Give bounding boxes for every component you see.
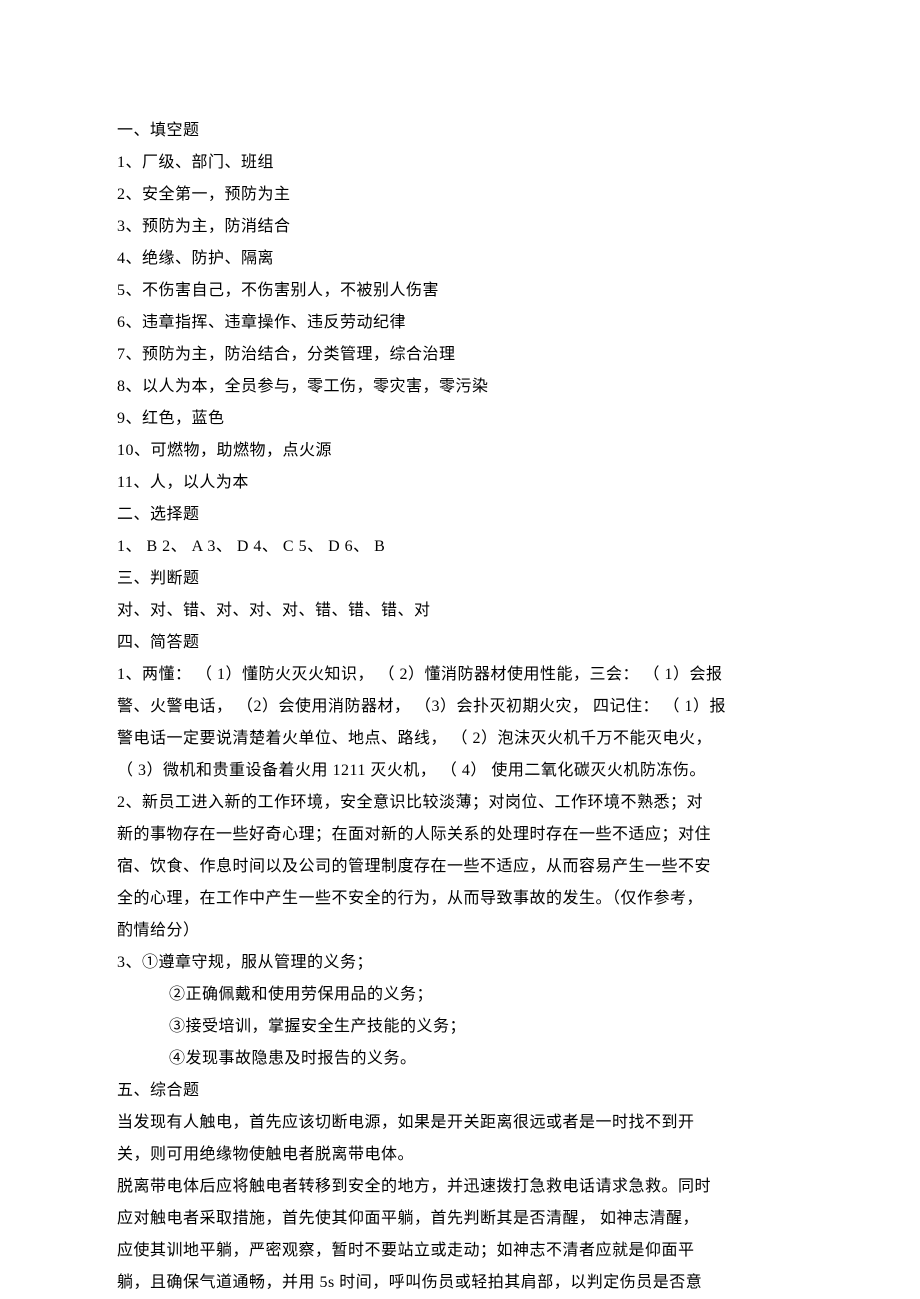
fill-item-11: 11、人，以人为本 (117, 467, 803, 499)
section-2-title: 二、选择题 (117, 499, 803, 531)
short-q1-l4: （ 3）微机和贵重设备着火用 1211 灭火机， （ 4） 使用二氧化碳灭火机防… (117, 755, 803, 787)
section-1-title: 一、填空题 (117, 115, 803, 147)
section-5-title: 五、综合题 (117, 1075, 803, 1107)
short-q3-l1: 3、①遵章守规，服从管理的义务； (117, 947, 803, 979)
short-q2-l3: 宿、饮食、作息时间以及公司的管理制度存在一些不适应，从而容易产生一些不安 (117, 851, 803, 883)
document-content: 一、填空题 1、厂级、部门、班组 2、安全第一，预防为主 3、预防为主，防消结合… (117, 115, 803, 1299)
short-q2-l4: 全的心理，在工作中产生一些不安全的行为，从而导致事故的发生。（仅作参考， (117, 883, 803, 915)
choice-answers: 1、 B 2、 A 3、 D 4、 C 5、 D 6、 B (117, 531, 803, 563)
short-q3-l2: ②正确佩戴和使用劳保用品的义务； (117, 979, 803, 1011)
fill-item-6: 6、违章指挥、违章操作、违反劳动纪律 (117, 307, 803, 339)
fill-item-8: 8、以人为本，全员参与，零工伤，零灾害，零污染 (117, 371, 803, 403)
short-q1-l3: 警电话一定要说清楚着火单位、地点、路线， （ 2）泡沫灭火机千万不能灭电火， (117, 723, 803, 755)
short-q2-l5: 酌情给分） (117, 915, 803, 947)
fill-item-5: 5、不伤害自己，不伤害别人，不被别人伤害 (117, 275, 803, 307)
fill-item-1: 1、厂级、部门、班组 (117, 147, 803, 179)
section-3-title: 三、判断题 (117, 563, 803, 595)
section-4-title: 四、简答题 (117, 627, 803, 659)
fill-item-2: 2、安全第一，预防为主 (117, 179, 803, 211)
short-q1-l1: 1、两懂： （ 1）懂防火灭火知识， （ 2）懂消防器材使用性能，三会： （ 1… (117, 659, 803, 691)
fill-item-3: 3、预防为主，防消结合 (117, 211, 803, 243)
short-q3-l3: ③接受培训，掌握安全生产技能的义务； (117, 1011, 803, 1043)
judge-answers: 对、对、错、对、对、对、错、错、错、对 (117, 595, 803, 627)
short-q2-l2: 新的事物存在一些好奇心理；在面对新的人际关系的处理时存在一些不适应；对住 (117, 819, 803, 851)
comp-l6: 躺，且确保气道通畅，并用 5s 时间，呼叫伤员或轻拍其肩部，以判定伤员是否意 (117, 1267, 803, 1299)
fill-item-10: 10、可燃物，助燃物，点火源 (117, 435, 803, 467)
comp-l5: 应使其训地平躺，严密观察，暂时不要站立或走动；如神志不清者应就是仰面平 (117, 1235, 803, 1267)
fill-item-4: 4、绝缘、防护、隔离 (117, 243, 803, 275)
fill-item-7: 7、预防为主，防治结合，分类管理，综合治理 (117, 339, 803, 371)
short-q3-l4: ④发现事故隐患及时报告的义务。 (117, 1043, 803, 1075)
comp-l3: 脱离带电体后应将触电者转移到安全的地方，并迅速拨打急救电话请求急救。同时 (117, 1171, 803, 1203)
short-q1-l2: 警、火警电话， （2）会使用消防器材， （3）会扑灭初期火灾， 四记住： （ 1… (117, 691, 803, 723)
comp-l2: 关，则可用绝缘物使触电者脱离带电体。 (117, 1139, 803, 1171)
comp-l1: 当发现有人触电，首先应该切断电源，如果是开关距离很远或者是一时找不到开 (117, 1107, 803, 1139)
short-q2-l1: 2、新员工进入新的工作环境，安全意识比较淡薄；对岗位、工作环境不熟悉；对 (117, 787, 803, 819)
fill-item-9: 9、红色，蓝色 (117, 403, 803, 435)
comp-l4: 应对触电者采取措施，首先使其仰面平躺，首先判断其是否清醒， 如神志清醒， (117, 1203, 803, 1235)
